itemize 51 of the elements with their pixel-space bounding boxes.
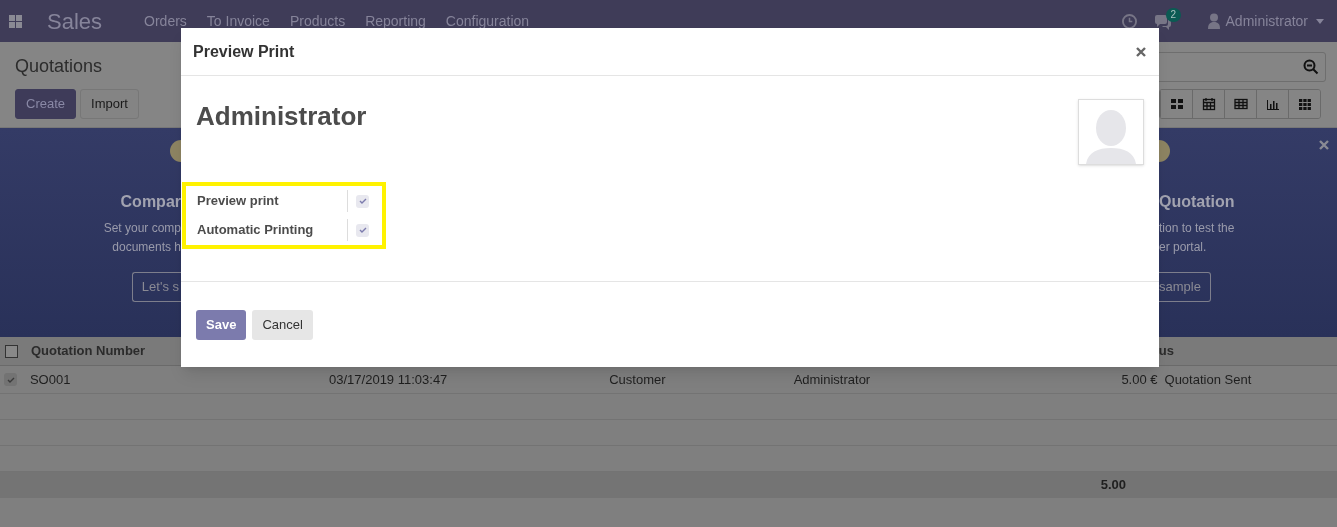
banner-text: tion to test the <box>1159 220 1235 237</box>
dialog-title: Preview Print <box>193 41 295 62</box>
checkbox[interactable] <box>356 194 369 208</box>
menu-item[interactable]: Configuration <box>445 10 530 32</box>
app-name: Sales <box>47 7 103 36</box>
table-cell-text: Administrator <box>793 370 872 389</box>
menu-item[interactable]: To Invoice <box>206 10 270 32</box>
clock-icon[interactable] <box>1121 13 1137 29</box>
table-cell-text: 03/17/2019 11:03:47 <box>329 370 449 389</box>
table-cell-text: 5.00 € <box>1120 370 1158 389</box>
field-label: Automatic Printing <box>197 221 315 240</box>
column-header: us <box>1158 342 1174 361</box>
checkmark-icon <box>358 197 367 205</box>
zoom-out-icon <box>1303 59 1319 75</box>
chat-icon[interactable] <box>1153 15 1172 30</box>
table-cell-text: SO001 <box>29 370 72 389</box>
kanban-icon <box>1168 96 1185 112</box>
grid-icon <box>1296 96 1313 112</box>
table-cell-text: Customer <box>609 370 667 389</box>
menu-item[interactable]: Reporting <box>365 10 426 32</box>
calendar-icon <box>1200 96 1217 112</box>
checkmark-icon <box>358 226 367 234</box>
banner-heading: Compar <box>120 192 181 212</box>
close-icon[interactable] <box>1319 140 1329 150</box>
action-button[interactable]: Import <box>80 89 139 119</box>
dialog-button[interactable]: Cancel <box>252 309 313 340</box>
caret-icon <box>1316 18 1324 24</box>
page-title: Quotations <box>15 55 103 77</box>
action-button[interactable]: Create <box>15 89 77 119</box>
close-icon[interactable] <box>1136 46 1146 57</box>
menu-item[interactable]: Products <box>289 10 346 32</box>
column-header: Quotation Number <box>31 342 146 361</box>
user-menu[interactable]: Administrator <box>1225 10 1308 32</box>
menu-item[interactable]: Orders <box>144 10 187 32</box>
apps-grid-icon[interactable] <box>9 14 22 28</box>
record-name: Administrator <box>196 100 368 132</box>
banner-heading: Quotation <box>1159 192 1235 212</box>
banner-text: Set your comp <box>103 220 181 237</box>
view-switch-button[interactable] <box>1288 90 1320 118</box>
table-cell-text: Quotation Sent <box>1163 370 1253 389</box>
total-amount: 5.00 <box>1100 476 1126 495</box>
banner-text: er portal. <box>1159 239 1207 256</box>
banner-text: documents h <box>112 239 181 256</box>
checkbox[interactable] <box>356 223 369 237</box>
field-label: Preview print <box>197 192 280 211</box>
table-icon <box>1232 96 1249 112</box>
checkbox[interactable] <box>4 373 18 386</box>
select-all-checkbox[interactable] <box>4 344 18 358</box>
message-count-badge: 2 <box>1165 8 1182 22</box>
checkmark-icon <box>6 375 15 384</box>
dialog-button[interactable]: Save <box>196 309 247 340</box>
